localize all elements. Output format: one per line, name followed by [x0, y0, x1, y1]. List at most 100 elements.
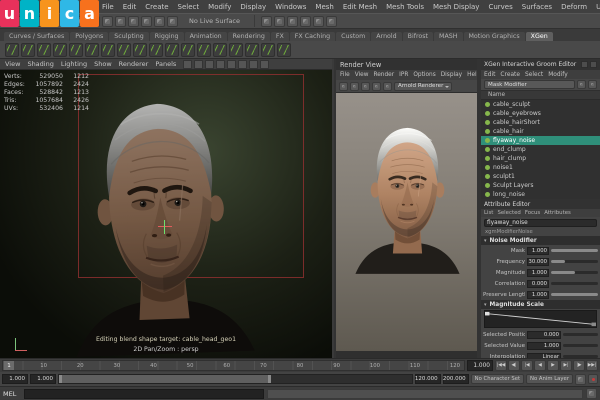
attribute-slider[interactable] [551, 249, 598, 252]
playback-end-field[interactable]: 120.000 [415, 374, 441, 384]
groom-part-icon[interactable] [117, 43, 131, 57]
groom-convert-icon[interactable] [261, 43, 275, 57]
camera-icon[interactable] [183, 60, 192, 69]
textured-icon[interactable] [249, 60, 258, 69]
render-view-menu-item[interactable]: Options [413, 72, 435, 78]
menu-item[interactable]: Mesh Tools [386, 3, 424, 11]
attribute-editor-tab[interactable]: List [484, 210, 493, 216]
character-set-dropdown[interactable]: No Character Set [471, 374, 524, 384]
redo-render-icon[interactable] [339, 82, 348, 91]
render-view-menu-item[interactable]: IPR [399, 72, 408, 78]
groom-noise-icon[interactable] [101, 43, 115, 57]
attribute-value-field[interactable]: 30.000 [527, 258, 549, 266]
render-settings-icon[interactable] [287, 16, 298, 27]
go-to-end-button[interactable]: ▶▶| [586, 360, 598, 371]
attribute-value-field[interactable]: 1.000 [527, 269, 549, 277]
tree-row[interactable]: Sculpt Layers [481, 181, 600, 190]
menu-item[interactable]: Display [240, 3, 266, 11]
wireframe-icon[interactable] [227, 60, 236, 69]
tree-row[interactable]: end_clump [481, 145, 600, 154]
snapshot-icon[interactable] [361, 82, 370, 91]
shelf-tab[interactable]: MASH [434, 32, 462, 41]
shelf-tab[interactable]: FX Caching [290, 32, 335, 41]
tree-row[interactable]: sculpt1 [481, 172, 600, 181]
groom-mask-icon[interactable] [165, 43, 179, 57]
groom-density-icon[interactable] [213, 43, 227, 57]
groom-sculpt-layer-icon[interactable] [245, 43, 259, 57]
viewport-menu-item[interactable]: Show [94, 60, 112, 68]
viewport-menu-item[interactable]: View [5, 60, 20, 68]
attribute-value-field[interactable]: 0.000 [527, 280, 549, 288]
tree-row[interactable]: long_noise [481, 190, 600, 199]
grid-icon[interactable] [216, 60, 225, 69]
snap-to-point-icon[interactable] [154, 16, 165, 27]
attribute-slider[interactable] [551, 271, 598, 274]
ramp-field-slider[interactable] [563, 344, 598, 347]
tree-row[interactable]: cable_hair [481, 127, 600, 136]
groom-menu-item[interactable]: Modify [548, 72, 568, 78]
shelf-tab[interactable]: Rigging [150, 32, 184, 41]
playback-range-bar[interactable] [58, 374, 413, 384]
timeline-track[interactable]: 1102030405060708090100110120 1 [2, 360, 465, 371]
groom-smooth-icon[interactable] [133, 43, 147, 57]
render-current-frame-icon[interactable] [261, 16, 272, 27]
groom-cut-icon[interactable] [69, 43, 83, 57]
node-name-field[interactable]: flyaway_noise [484, 219, 597, 227]
menu-item[interactable]: Mesh Display [433, 3, 479, 11]
render-view-menu-item[interactable]: View [355, 72, 369, 78]
playback-start-field[interactable]: 1.000 [30, 374, 56, 384]
add-modifier-icon[interactable] [577, 80, 586, 89]
noise-modifier-section-header[interactable]: Noise Modifier [481, 236, 600, 245]
ipr-render-icon[interactable] [274, 16, 285, 27]
ramp-field-slider[interactable] [563, 333, 598, 336]
render-view-menu-item[interactable]: File [340, 72, 350, 78]
menu-item[interactable]: Surfaces [522, 3, 552, 11]
tree-row[interactable]: flyaway_noise [481, 136, 600, 145]
current-frame-indicator[interactable]: 1 [4, 361, 14, 370]
render-result-image[interactable] [336, 93, 477, 351]
attribute-editor-tab[interactable]: Focus [525, 210, 540, 216]
render-view-menu-item[interactable]: Display [441, 72, 462, 78]
viewport-menu-item[interactable]: Shading [27, 60, 53, 68]
groom-cache-icon[interactable] [277, 43, 291, 57]
snap-to-plane-icon[interactable] [167, 16, 178, 27]
groom-length-icon[interactable] [53, 43, 67, 57]
menu-item[interactable]: Deform [561, 3, 587, 11]
create-interactive-groom-icon[interactable] [5, 43, 19, 57]
shelf-tab[interactable]: Arnold [371, 32, 401, 41]
groom-place-icon[interactable] [181, 43, 195, 57]
playback-options-icon[interactable] [575, 374, 586, 385]
go-to-start-button[interactable]: |◀◀ [495, 360, 507, 371]
groom-comb-icon[interactable] [37, 43, 51, 57]
shaded-icon[interactable] [238, 60, 247, 69]
auto-keyframe-icon[interactable] [588, 374, 598, 384]
playback-range-handle[interactable] [59, 375, 271, 383]
panel-float-icon[interactable] [581, 61, 588, 68]
alpha-channel-icon[interactable] [383, 82, 392, 91]
delete-modifier-icon[interactable] [588, 80, 597, 89]
menu-item[interactable]: Curves [488, 3, 512, 11]
shelf-tab[interactable]: Bifrost [403, 32, 433, 41]
rgb-channels-icon[interactable] [372, 82, 381, 91]
workspace-icon[interactable] [326, 16, 337, 27]
attribute-editor-tab[interactable]: Selected [497, 210, 520, 216]
outliner-toggle-icon[interactable] [313, 16, 324, 27]
menu-item[interactable]: Create [145, 3, 168, 11]
shelf-tab[interactable]: Sculpting [109, 32, 148, 41]
command-language-label[interactable]: MEL [3, 390, 21, 398]
menu-item[interactable]: Modify [208, 3, 231, 11]
tree-row[interactable]: cable_eyebrows [481, 109, 600, 118]
ramp-field-value[interactable]: 0.000 [527, 331, 561, 339]
menu-item[interactable]: Windows [275, 3, 306, 11]
play-forwards-button[interactable]: ▶ [547, 360, 559, 371]
viewport-menu-item[interactable]: Lighting [61, 60, 87, 68]
anim-layer-dropdown[interactable]: No Anim Layer [526, 374, 573, 384]
ramp-field-value[interactable]: 1.000 [527, 342, 561, 350]
menu-item[interactable]: File [102, 3, 114, 11]
magnitude-ramp[interactable] [484, 310, 597, 328]
renderer-dropdown[interactable]: Arnold Renderer [394, 82, 452, 91]
magnitude-scale-section-header[interactable]: Magnitude Scale [481, 300, 600, 309]
ipr-icon[interactable] [350, 82, 359, 91]
attribute-slider[interactable] [551, 260, 598, 263]
tree-row[interactable]: hair_clump [481, 154, 600, 163]
